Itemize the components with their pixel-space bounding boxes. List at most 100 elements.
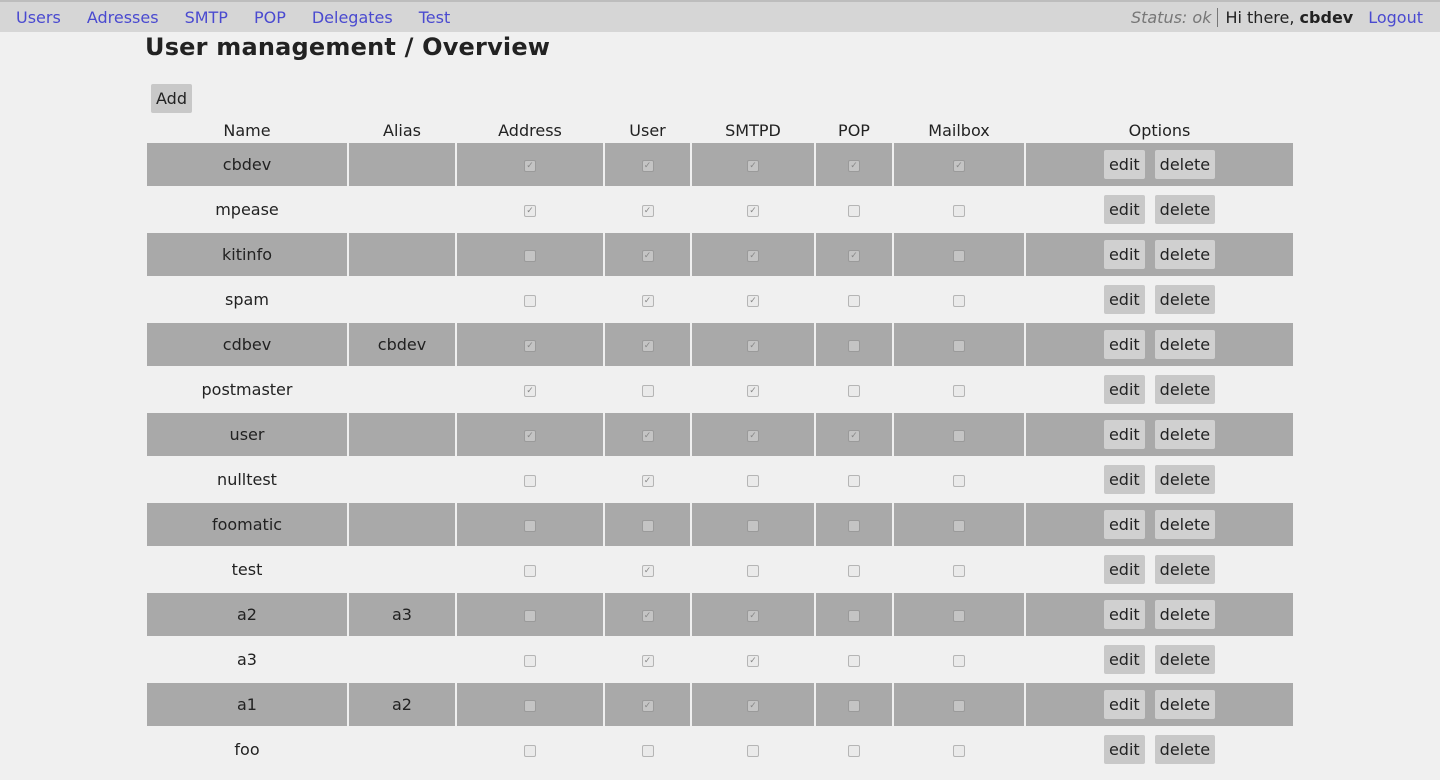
user-checkbox — [641, 384, 654, 397]
nav-test[interactable]: Test — [419, 8, 451, 27]
cell-mailbox — [894, 413, 1024, 456]
cell-address — [457, 503, 603, 546]
smtpd-checkbox: ✓ — [747, 249, 759, 262]
delete-button[interactable]: delete — [1154, 285, 1216, 314]
cell-user: ✓ — [605, 638, 690, 681]
cell-alias — [349, 548, 455, 591]
cell-smtpd: ✓ — [692, 638, 814, 681]
user-checkbox: ✓ — [641, 249, 654, 262]
pop-checkbox — [848, 294, 860, 307]
cell-options: edit delete — [1026, 278, 1293, 321]
table-header-row: Name Alias Address User SMTPD POP Mailbo… — [147, 119, 1293, 141]
cell-pop — [816, 503, 892, 546]
delete-button[interactable]: delete — [1154, 645, 1216, 674]
edit-button[interactable]: edit — [1103, 240, 1145, 269]
cell-alias: a2 — [349, 683, 455, 726]
page-title: User management / Overview — [145, 33, 551, 61]
cell-mailbox — [894, 638, 1024, 681]
delete-button[interactable]: delete — [1154, 375, 1216, 404]
delete-button[interactable]: delete — [1154, 150, 1216, 179]
cell-name: foomatic — [147, 503, 347, 546]
edit-button[interactable]: edit — [1103, 195, 1145, 224]
cell-smtpd — [692, 728, 814, 771]
delete-button[interactable]: delete — [1154, 195, 1216, 224]
cell-name: a1 — [147, 683, 347, 726]
mailbox-checkbox — [953, 564, 965, 577]
edit-button[interactable]: edit — [1103, 645, 1145, 674]
cell-pop — [816, 728, 892, 771]
user-checkbox: ✓ — [641, 699, 654, 712]
cell-pop: ✓ — [816, 233, 892, 276]
smtpd-checkbox: ✓ — [747, 159, 759, 172]
delete-button[interactable]: delete — [1154, 690, 1216, 719]
table-row: nulltest ✓ edit delete — [147, 458, 1293, 501]
delete-button[interactable]: delete — [1154, 420, 1216, 449]
address-checkbox: ✓ — [524, 204, 536, 217]
cell-alias: cbdev — [349, 323, 455, 366]
status-value: ok — [1192, 7, 1212, 27]
smtpd-checkbox — [747, 744, 759, 757]
pop-checkbox — [848, 384, 860, 397]
nav-smtp[interactable]: SMTP — [185, 8, 228, 27]
edit-button[interactable]: edit — [1103, 420, 1145, 449]
username: cbdev — [1299, 7, 1354, 27]
cell-name: test — [231, 560, 263, 579]
edit-button[interactable]: edit — [1103, 150, 1145, 179]
cell-alias — [349, 638, 455, 681]
delete-button[interactable]: delete — [1154, 240, 1216, 269]
cell-user: ✓ — [605, 323, 690, 366]
cell-pop — [816, 458, 892, 501]
smtpd-checkbox: ✓ — [747, 699, 759, 712]
nav-adresses[interactable]: Adresses — [87, 8, 159, 27]
delete-button[interactable]: delete — [1154, 330, 1216, 359]
cell-mailbox — [894, 368, 1024, 411]
edit-button[interactable]: edit — [1103, 690, 1145, 719]
pop-checkbox: ✓ — [848, 249, 860, 262]
cell-alias — [349, 233, 455, 276]
smtpd-checkbox — [747, 564, 759, 577]
cell-address — [457, 638, 603, 681]
delete-button[interactable]: delete — [1154, 600, 1216, 629]
users-table: Name Alias Address User SMTPD POP Mailbo… — [145, 117, 1295, 773]
nav-pop[interactable]: POP — [254, 8, 286, 27]
cell-alias — [349, 188, 455, 231]
cell-user: ✓ — [605, 593, 690, 636]
mailbox-checkbox — [953, 339, 965, 352]
cell-user — [605, 503, 690, 546]
mailbox-checkbox — [953, 429, 965, 442]
cell-options: edit delete — [1026, 458, 1293, 501]
nav-users[interactable]: Users — [16, 8, 61, 27]
table-row: postmaster ✓ ✓ edit delete — [147, 368, 1293, 411]
cell-user: ✓ — [605, 683, 690, 726]
edit-button[interactable]: edit — [1103, 285, 1145, 314]
edit-button[interactable]: edit — [1103, 375, 1145, 404]
cell-options: edit delete — [1026, 548, 1293, 591]
delete-button[interactable]: delete — [1154, 465, 1216, 494]
edit-button[interactable]: edit — [1103, 555, 1145, 584]
table-row: cdbev cbdev ✓ ✓ ✓ edit delete — [147, 323, 1293, 366]
edit-button[interactable]: edit — [1103, 330, 1145, 359]
add-button[interactable]: Add — [151, 84, 192, 113]
edit-button[interactable]: edit — [1103, 735, 1145, 764]
edit-button[interactable]: edit — [1103, 600, 1145, 629]
table-row: test ✓ edit delete — [147, 548, 1293, 591]
smtpd-checkbox: ✓ — [747, 609, 759, 622]
delete-button[interactable]: delete — [1154, 555, 1216, 584]
address-checkbox: ✓ — [524, 159, 536, 172]
delete-button[interactable]: delete — [1154, 510, 1216, 539]
address-checkbox — [524, 294, 536, 307]
cell-address — [457, 593, 603, 636]
col-mailbox: Mailbox — [928, 120, 990, 140]
delete-button[interactable]: delete — [1154, 735, 1216, 764]
table-row: foo edit delete — [147, 728, 1293, 771]
address-checkbox — [524, 519, 536, 532]
cell-user: ✓ — [605, 458, 690, 501]
table-row: a3 ✓ ✓ edit delete — [147, 638, 1293, 681]
logout-link[interactable]: Logout — [1368, 8, 1423, 27]
mailbox-checkbox — [953, 699, 965, 712]
user-checkbox: ✓ — [641, 159, 654, 172]
edit-button[interactable]: edit — [1103, 510, 1145, 539]
edit-button[interactable]: edit — [1103, 465, 1145, 494]
nav-delegates[interactable]: Delegates — [312, 8, 393, 27]
table-row: cbdev ✓ ✓ ✓ ✓ ✓ edit delete — [147, 143, 1293, 186]
